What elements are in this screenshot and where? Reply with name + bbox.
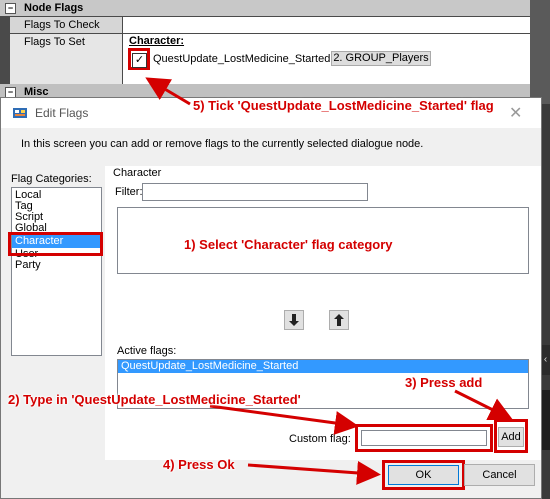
step4-arrow	[247, 460, 381, 485]
annotation-step4: 4) Press Ok	[163, 457, 235, 472]
annotation-step5: 5) Tick 'QuestUpdate_LostMedicine_Starte…	[193, 98, 494, 113]
annotation-step2: 2) Type in 'QuestUpdate_LostMedicine_Sta…	[8, 392, 301, 407]
annotation-step1: 1) Select 'Character' flag category	[184, 237, 393, 252]
step2-arrow	[209, 404, 359, 435]
step5-arrow	[145, 77, 191, 106]
step3-arrow	[454, 389, 514, 421]
annotation-step3: 3) Press add	[405, 375, 483, 390]
